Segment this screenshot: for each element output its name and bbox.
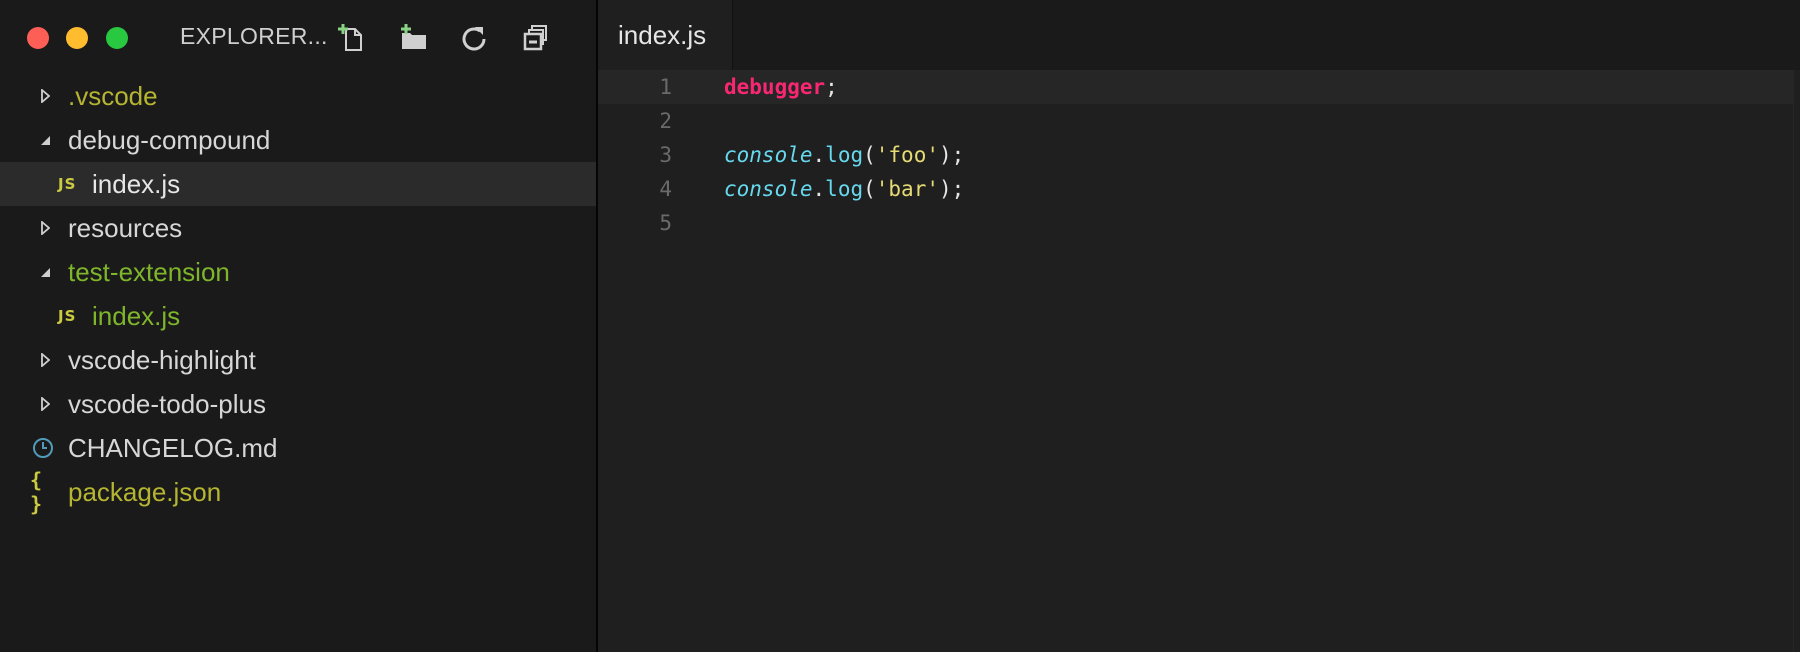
code-editor[interactable]: 1 debugger; 2 3 console.log('foo'); 4 co… [598, 70, 1800, 240]
tree-item-debug-compound-index-js[interactable]: JS index.js [0, 162, 596, 206]
refresh-icon[interactable] [458, 22, 490, 54]
maximize-window-button[interactable] [106, 27, 128, 49]
tree-item-vscode-highlight[interactable]: vscode-highlight [0, 338, 596, 382]
braces-icon: { } [30, 468, 44, 516]
line-content: console.log('foo'); [724, 138, 964, 172]
tree-item-label: package.json [68, 476, 222, 507]
code-token-fn: log [825, 177, 864, 201]
js-file-icon: JS [58, 307, 77, 325]
new-file-icon[interactable] [335, 22, 367, 54]
chevron-down-icon[interactable] [38, 133, 52, 147]
tree-item-label: vscode-todo-plus [68, 388, 266, 419]
line-number: 5 [659, 211, 672, 235]
tree-item-package-json[interactable]: { } package.json [0, 468, 596, 516]
collapse-all-icon[interactable] [520, 22, 552, 54]
tree-item-label: .vscode [68, 80, 158, 111]
code-token-punc: . [812, 177, 826, 201]
chevron-right-icon[interactable] [38, 221, 52, 235]
editor-scrollbar[interactable] [1793, 70, 1800, 652]
tab-index-js[interactable]: index.js [598, 0, 733, 70]
tree-item-label: vscode-highlight [68, 344, 256, 375]
tree-item-debug-compound[interactable]: debug-compound [0, 118, 596, 162]
code-line[interactable]: 5 [598, 206, 1800, 240]
code-line[interactable]: 4 console.log('bar'); [598, 172, 1800, 206]
code-token-str: 'foo' [875, 143, 939, 167]
code-line[interactable]: 3 console.log('foo'); [598, 138, 1800, 172]
line-number: 2 [659, 109, 672, 133]
chevron-right-icon[interactable] [38, 89, 52, 103]
line-content: console.log('bar'); [724, 172, 964, 206]
tree-item-vscode-todo-plus[interactable]: vscode-todo-plus [0, 382, 596, 426]
tree-item-label: index.js [92, 300, 181, 331]
code-line[interactable]: 2 [598, 104, 1800, 138]
minimize-window-button[interactable] [66, 27, 88, 49]
code-token-punc: ; [825, 75, 838, 99]
sidebar-header: EXPLORER... [0, 0, 596, 74]
tree-item-test-extension-index-js[interactable]: JS index.js [0, 294, 596, 338]
tree-item-label: CHANGELOG.md [68, 432, 278, 463]
chevron-right-icon[interactable] [38, 397, 52, 411]
close-window-button[interactable] [27, 27, 49, 49]
tree-item-label: index.js [92, 168, 181, 199]
tree-item-label: debug-compound [68, 124, 271, 155]
line-content: debugger; [724, 70, 838, 104]
tree-item-vscode[interactable]: .vscode [0, 74, 596, 118]
new-folder-icon[interactable] [398, 22, 430, 54]
clock-icon [30, 435, 56, 461]
tree-item-resources[interactable]: resources [0, 206, 596, 250]
line-number: 3 [659, 143, 672, 167]
explorer-title: EXPLORER... [180, 23, 328, 49]
tree-item-changelog[interactable]: CHANGELOG.md [0, 426, 596, 470]
code-token-obj: console [724, 177, 813, 201]
tab-label: index.js [618, 19, 707, 50]
code-token-fn: log [825, 143, 864, 167]
code-token-punc: . [812, 143, 826, 167]
tree-item-test-extension[interactable]: test-extension [0, 250, 596, 294]
line-number: 4 [659, 177, 672, 201]
code-token-punc: ); [938, 143, 965, 167]
code-token-kw: debugger [724, 75, 826, 99]
tree-item-label: test-extension [68, 256, 230, 287]
line-number: 1 [659, 75, 672, 99]
explorer-sidebar: EXPLORER... .vscode debug-compound JS in… [0, 0, 596, 652]
js-file-icon: JS [58, 175, 77, 193]
file-tree: .vscode debug-compound JS index.js resou… [0, 74, 596, 516]
code-token-obj: console [724, 143, 813, 167]
code-token-punc: ( [863, 177, 876, 201]
code-token-str: 'bar' [875, 177, 939, 201]
code-token-punc: ( [863, 143, 876, 167]
editor-tab-bar: index.js [598, 0, 1800, 71]
chevron-right-icon[interactable] [38, 353, 52, 367]
chevron-down-icon[interactable] [38, 265, 52, 279]
code-token-punc: ); [938, 177, 965, 201]
tree-item-label: resources [68, 212, 183, 243]
code-line[interactable]: 1 debugger; [598, 70, 1800, 104]
editor-area: index.js 1 debugger; 2 3 console.log('fo… [598, 0, 1800, 652]
